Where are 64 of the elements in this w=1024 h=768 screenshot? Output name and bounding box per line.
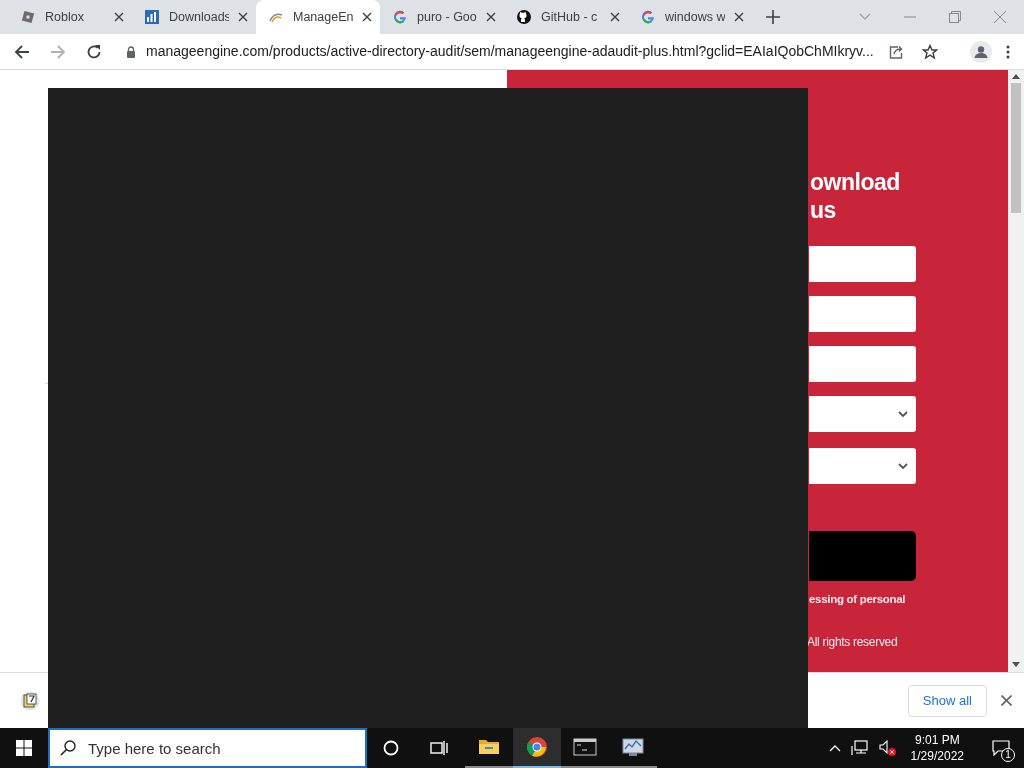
dropdown-field[interactable] [809, 448, 916, 484]
chrome-logo-icon [525, 735, 549, 759]
reload-icon[interactable] [86, 43, 102, 60]
dropdown-field[interactable] [809, 396, 916, 432]
close-icon[interactable] [734, 12, 744, 22]
back-icon[interactable] [14, 43, 30, 60]
github-logo-icon [516, 9, 532, 25]
close-icon[interactable] [362, 12, 372, 22]
input-field[interactable] [809, 246, 916, 282]
scrollbar-thumb[interactable] [1011, 83, 1021, 213]
close-icon[interactable] [1001, 695, 1012, 706]
cortana-circle-icon[interactable] [383, 740, 399, 756]
close-icon[interactable] [610, 12, 620, 22]
new-tab-icon[interactable] [766, 10, 780, 24]
footer-text: All rights reserved [807, 634, 899, 652]
clock-date: 1/29/2022 [910, 748, 964, 764]
scroll-up-icon [1012, 74, 1020, 79]
console-window-icon [573, 735, 597, 759]
download-file-icon[interactable] [20, 690, 40, 711]
network-icon[interactable] [850, 740, 869, 756]
chevron-down-icon [898, 410, 908, 418]
consent-text: essing of personal [809, 592, 907, 607]
input-field[interactable] [809, 296, 916, 332]
chevron-up-icon[interactable] [828, 744, 841, 752]
tab-title: ManageEn [293, 8, 353, 26]
clock[interactable]: 9:01 PM 1/29/2022 [906, 732, 968, 764]
share-icon[interactable] [888, 43, 904, 60]
chevron-down-icon [898, 462, 908, 470]
url-text: manageengine.com/products/active-directory-audit/sem/manageengine-adaudit-plus.html?gclid=EAIaIQobChMIkryv... [146, 42, 875, 61]
tab-title: puro - Goo [417, 8, 477, 26]
windows-start-icon[interactable] [16, 740, 32, 756]
profile-icon[interactable] [970, 40, 992, 63]
clock-time: 9:01 PM [914, 732, 960, 748]
close-icon[interactable] [238, 12, 248, 22]
taskbar-app[interactable] [513, 728, 561, 768]
star-icon[interactable] [922, 43, 938, 60]
input-field[interactable] [809, 346, 916, 382]
browser-tab[interactable]: ManageEn [256, 0, 380, 34]
tab-title: windows w [665, 8, 725, 26]
message-icon [992, 740, 1010, 756]
scrollbar[interactable] [1008, 70, 1024, 672]
scroll-down-icon [1012, 662, 1020, 667]
tab-title: GitHub - c [541, 8, 599, 26]
restore-icon[interactable] [949, 11, 961, 23]
chart-icon [144, 9, 160, 25]
close-icon[interactable] [486, 12, 496, 22]
roblox-logo-icon [20, 9, 36, 25]
volume-muted-icon[interactable] [878, 740, 897, 756]
google-logo-icon [640, 9, 656, 25]
form-heading: us [810, 196, 837, 224]
search-icon [60, 740, 76, 756]
form-heading: ownload [810, 168, 901, 196]
menu-icon[interactable] [1006, 44, 1010, 59]
tab-title: Roblox [45, 8, 85, 26]
monitor-chart-icon [621, 735, 645, 759]
notification-center[interactable]: 1 [986, 728, 1016, 768]
task-view-icon[interactable] [430, 740, 448, 756]
search-field[interactable]: Type here to search [48, 728, 367, 768]
show-all-button[interactable]: Show all [907, 684, 987, 717]
lock-icon [126, 45, 136, 58]
close-icon[interactable] [114, 12, 124, 22]
google-logo-icon [392, 9, 408, 25]
notification-count: 1 [1001, 748, 1015, 762]
address-bar[interactable]: manageengine.com/products/active-directory-audit/sem/manageengine-adaudit-plus.html?gclid=EAIaIQobChMIkryv... [122, 37, 944, 66]
